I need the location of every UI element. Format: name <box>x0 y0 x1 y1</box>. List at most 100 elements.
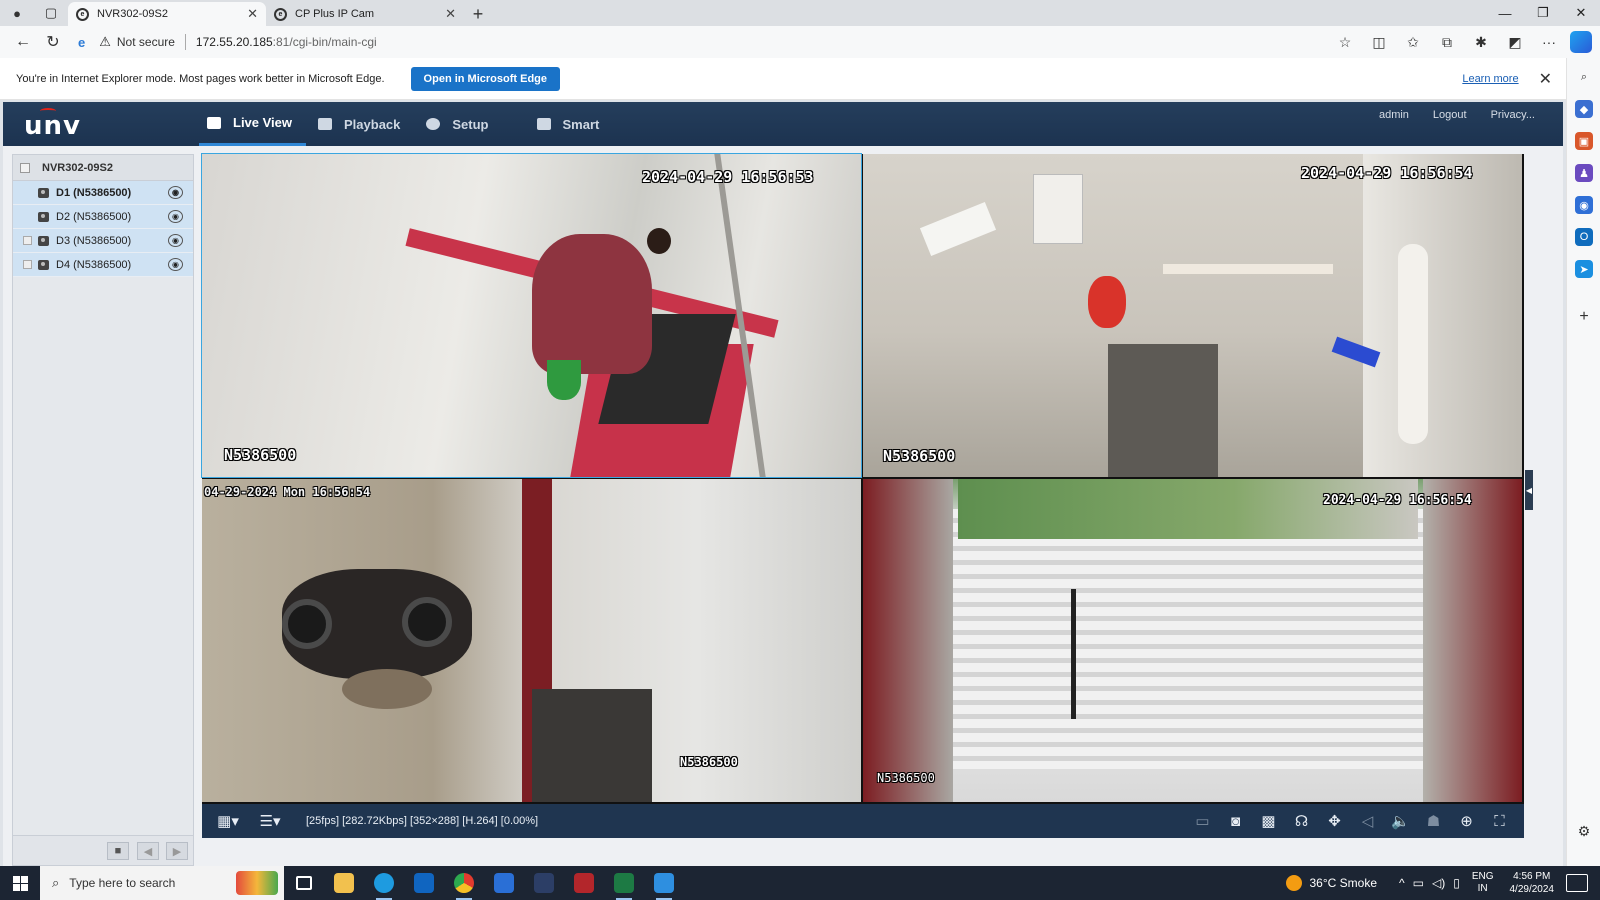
menu-playback[interactable]: Playback <box>310 102 414 146</box>
next-page-button[interactable]: ▶ <box>166 842 188 860</box>
microsoft365-icon[interactable]: ◉ <box>1575 196 1593 214</box>
device-root[interactable]: NVR302-09S2 <box>13 155 193 181</box>
start-button[interactable] <box>0 866 40 900</box>
minimize-icon[interactable]: — <box>1486 0 1524 26</box>
menu-smart[interactable]: Smart <box>529 102 614 146</box>
privacy-link[interactable]: Privacy... <box>1491 109 1535 121</box>
app2-taskbar-button[interactable] <box>564 866 604 900</box>
search-icon[interactable]: ⌕ <box>1575 68 1593 86</box>
refresh-icon[interactable]: ↻ <box>38 28 68 56</box>
close-tab-icon[interactable]: ✕ <box>247 6 258 22</box>
split-screen-icon[interactable]: ◫ <box>1362 34 1396 51</box>
games-icon[interactable]: ♟ <box>1575 164 1593 182</box>
clock[interactable]: 4:56 PM 4/29/2024 <box>1510 870 1555 896</box>
url-field[interactable]: e ⚠ Not secure 172.55.20.185:81/cgi-bin/… <box>78 29 1328 55</box>
profile-icon[interactable]: ● <box>6 2 28 24</box>
digital-zoom-icon[interactable]: ⊕ <box>1450 809 1483 833</box>
collections-icon[interactable]: ⧉ <box>1430 34 1464 51</box>
volume-icon[interactable]: 🔈 <box>1384 809 1417 833</box>
previous-page-button[interactable]: ◀ <box>137 842 159 860</box>
copilot-icon[interactable] <box>1570 31 1592 53</box>
clock-time: 4:56 PM <box>1513 871 1551 882</box>
close-window-icon[interactable]: ✕ <box>1562 0 1600 26</box>
network-icon[interactable]: ▭ <box>1413 876 1424 890</box>
chevron-up-icon[interactable]: ^ <box>1399 876 1405 890</box>
browser-essentials-icon[interactable]: ◩ <box>1498 34 1532 51</box>
record-status-icon[interactable]: ◉ <box>168 258 183 271</box>
open-in-edge-button[interactable]: Open in Microsoft Edge <box>410 66 560 91</box>
url-host: 172.55.20.185 <box>195 35 273 49</box>
back-icon[interactable]: ← <box>8 28 38 56</box>
video-tile-d3[interactable]: 04-29-2024 Mon 16:56:54 N5386500 <box>202 479 861 802</box>
record-icon[interactable]: ▩ <box>1252 809 1285 833</box>
new-tab-button[interactable]: + <box>464 2 492 26</box>
collapse-panel-handle[interactable]: ◀ <box>1525 470 1533 510</box>
restore-icon[interactable]: ❐ <box>1524 0 1562 26</box>
ie-mode-icon[interactable]: e <box>78 35 85 50</box>
collapse-icon[interactable] <box>20 162 30 173</box>
camera-item-d2[interactable]: D2 (N5386500) ◉ <box>13 205 193 229</box>
add-sidebar-app-icon[interactable]: + <box>1575 308 1593 326</box>
favorite-star-icon[interactable]: ☆ <box>1328 34 1362 51</box>
favorites-icon[interactable]: ✩ <box>1396 34 1430 51</box>
camera-label: D4 (N5386500) <box>56 258 132 271</box>
taskbar-search[interactable]: ⌕ Type here to search <box>40 866 284 900</box>
browser-tab-nvr[interactable]: e NVR302-09S2 ✕ <box>68 2 266 26</box>
record-status-icon[interactable]: ◉ <box>168 234 183 247</box>
osd-timestamp: 2024-04-29 16:56:54 <box>1301 164 1473 182</box>
edge-taskbar-button[interactable] <box>364 866 404 900</box>
language-indicator[interactable]: ENG IN <box>1472 871 1494 895</box>
store-taskbar-button[interactable] <box>484 866 524 900</box>
stream-type-icon[interactable]: ☰▾ <box>252 809 288 833</box>
record-status-icon[interactable]: ◉ <box>168 210 183 223</box>
checkbox[interactable] <box>23 260 32 269</box>
audio-out-icon[interactable]: ◁ <box>1351 809 1384 833</box>
extensions-icon[interactable]: ✱ <box>1464 34 1498 51</box>
chrome-taskbar-button[interactable] <box>444 866 484 900</box>
talk-icon[interactable]: ☗ <box>1417 809 1450 833</box>
fullscreen-icon[interactable]: ⛶ <box>1483 809 1516 833</box>
camera-item-d1[interactable]: D1 (N5386500) ◉ <box>13 181 193 205</box>
tab-actions-icon[interactable]: ▢ <box>40 2 62 24</box>
stop-all-button[interactable]: ■ <box>107 842 129 860</box>
battery-icon[interactable]: ▯ <box>1453 876 1460 890</box>
snapshot-icon[interactable]: ◙ <box>1219 809 1252 833</box>
two-way-audio-icon[interactable]: ☊ <box>1285 809 1318 833</box>
logout-link[interactable]: Logout <box>1433 109 1467 121</box>
close-tab-icon[interactable]: ✕ <box>445 6 456 22</box>
record-status-icon[interactable]: ◉ <box>168 186 183 199</box>
close-all-icon[interactable]: ▭ <box>1186 809 1219 833</box>
excel-taskbar-button[interactable] <box>604 866 644 900</box>
camera-item-d3[interactable]: D3 (N5386500) ◉ <box>13 229 193 253</box>
app-taskbar-button[interactable] <box>524 866 564 900</box>
osd-camera-name: N5386500 <box>883 447 956 465</box>
menu-setup[interactable]: Setup <box>418 102 502 146</box>
layout-grid-icon[interactable]: ▦▾ <box>210 809 246 833</box>
send-icon[interactable]: ➤ <box>1575 260 1593 278</box>
discover-icon[interactable]: ◆ <box>1575 100 1593 118</box>
outlook-icon[interactable]: O <box>1575 228 1593 246</box>
tools-icon[interactable]: ▣ <box>1575 132 1593 150</box>
checkbox[interactable] <box>23 236 32 245</box>
ptz-icon[interactable]: ✥ <box>1318 809 1351 833</box>
tab-title: CP Plus IP Cam <box>295 8 375 20</box>
notification-icon[interactable] <box>1566 874 1588 892</box>
app3-taskbar-button[interactable] <box>644 866 684 900</box>
camera-item-d4[interactable]: D4 (N5386500) ◉ <box>13 253 193 277</box>
video-tile-d2[interactable]: 2024-04-29 16:56:54 N5386500 <box>863 154 1522 477</box>
app-header: unv Live View Playback Setup Smart admin… <box>3 102 1563 146</box>
not-secure-label[interactable]: Not secure <box>117 35 175 49</box>
file-explorer-button[interactable] <box>324 866 364 900</box>
close-banner-icon[interactable]: ✕ <box>1539 69 1552 89</box>
learn-more-link[interactable]: Learn more <box>1462 73 1518 85</box>
video-tile-d1[interactable]: 2024-04-29 16:56:53 N5386500 <box>201 153 862 478</box>
menu-live-view[interactable]: Live View <box>199 102 307 146</box>
video-tile-d4[interactable]: 2024-04-29 16:56:54 N5386500 <box>863 479 1522 802</box>
weather-widget[interactable]: 36°C Smoke <box>1285 875 1377 891</box>
outlook-taskbar-button[interactable] <box>404 866 444 900</box>
speaker-icon[interactable]: ◁) <box>1432 876 1445 890</box>
task-view-button[interactable] <box>284 866 324 900</box>
sidebar-settings-icon[interactable]: ⚙ <box>1575 822 1593 840</box>
browser-tab-cpplus[interactable]: e CP Plus IP Cam ✕ <box>266 2 464 26</box>
more-options-icon[interactable]: ··· <box>1532 34 1566 50</box>
